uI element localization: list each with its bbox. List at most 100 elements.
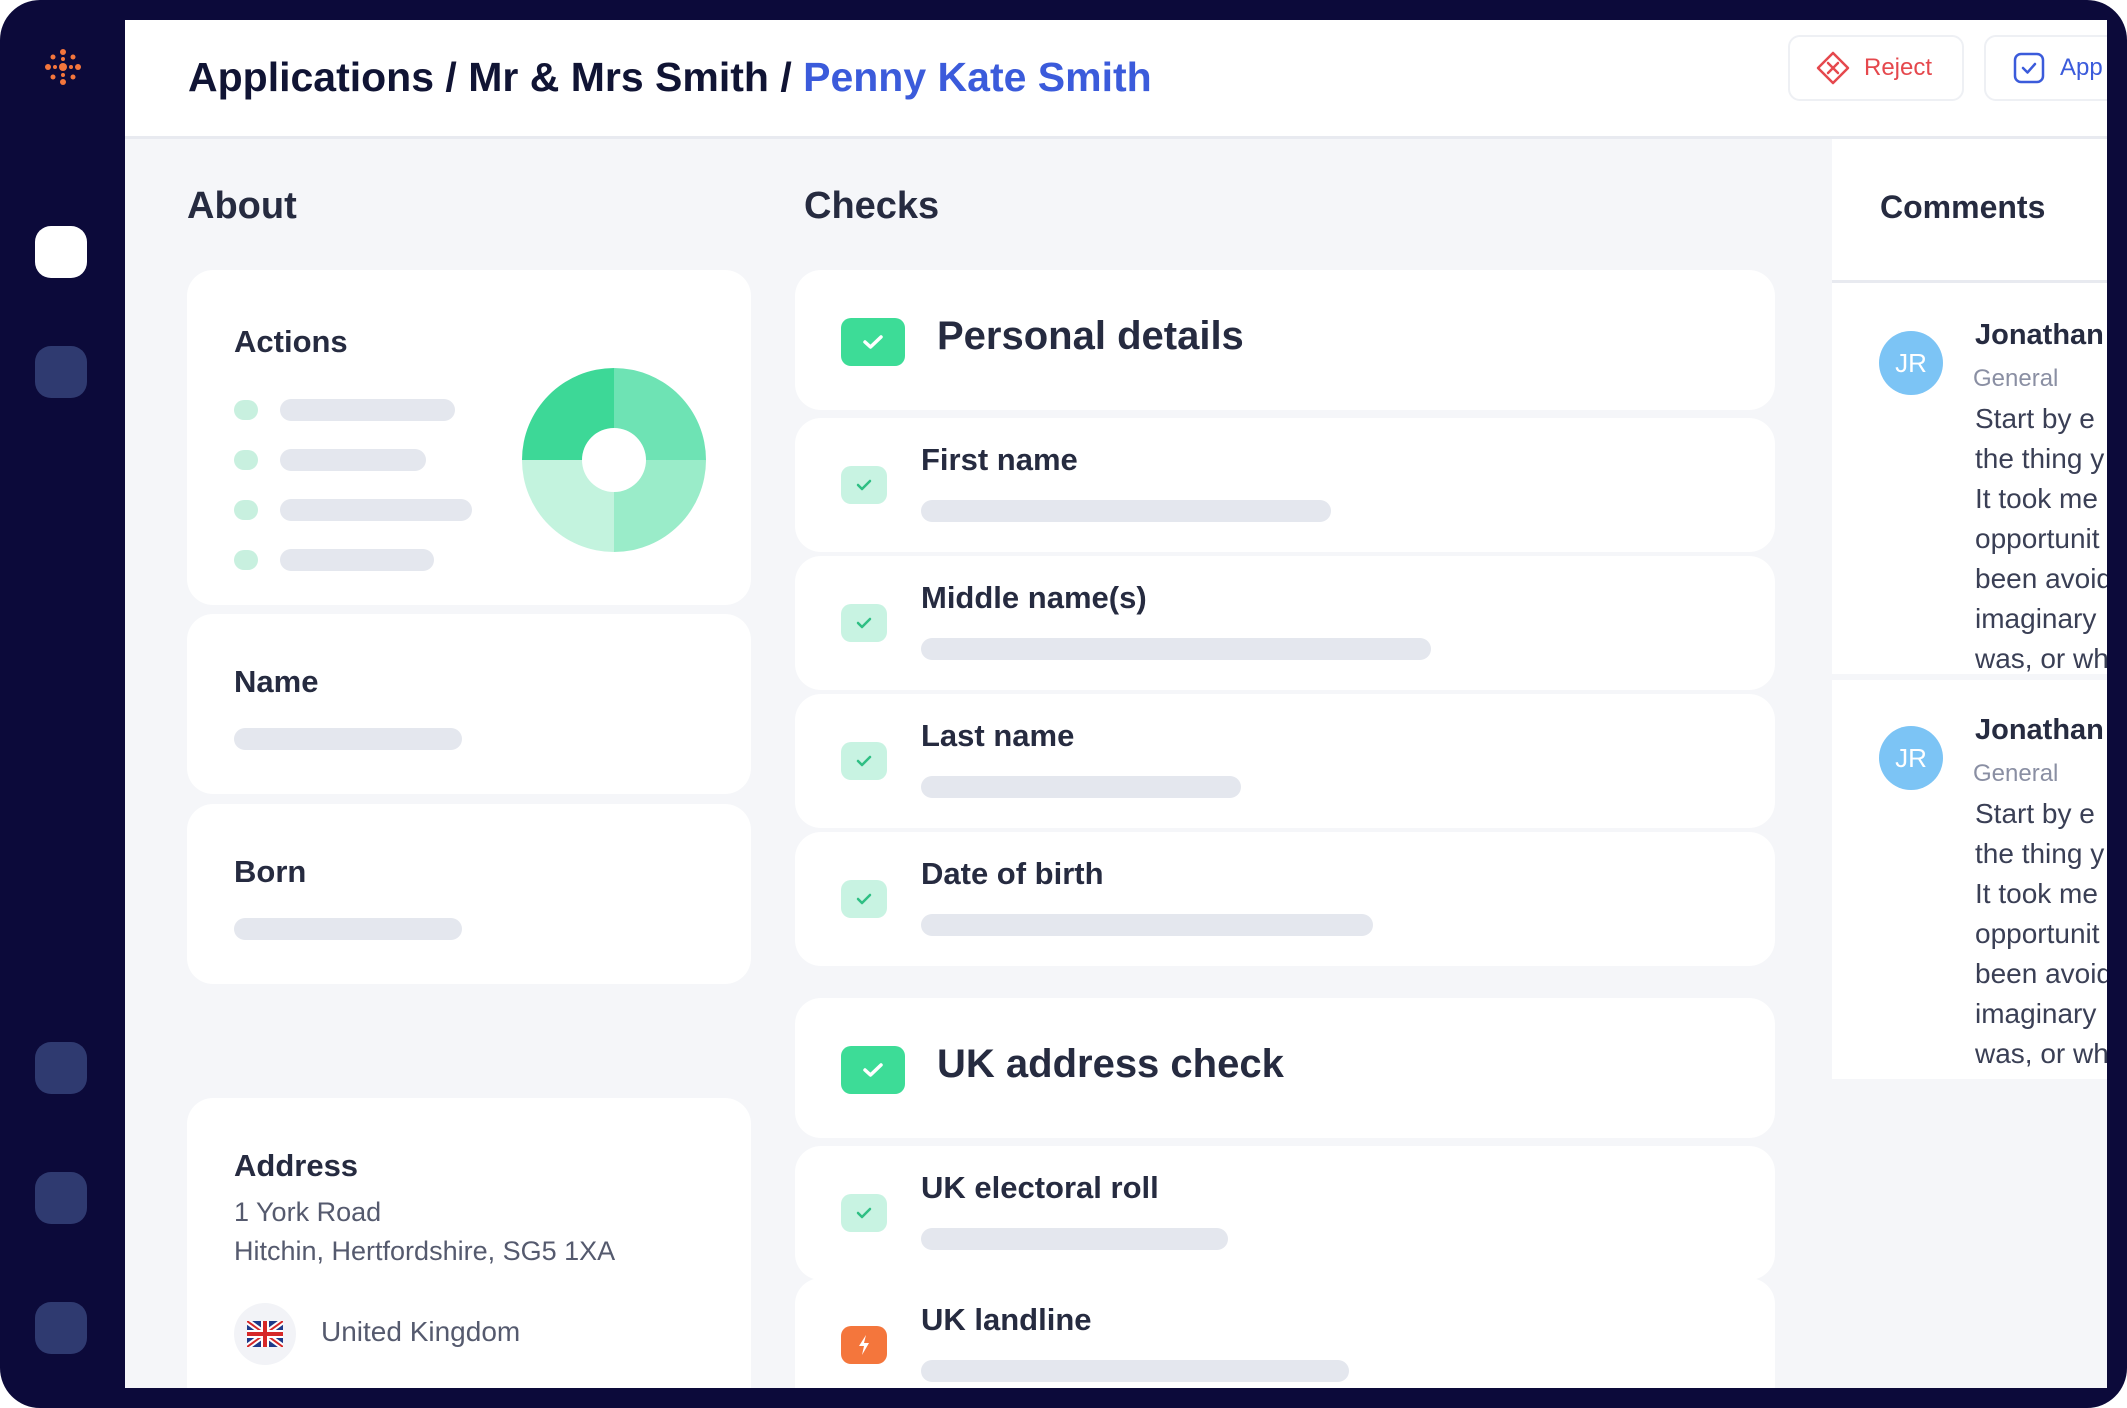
- check-value-skeleton: [921, 1228, 1228, 1250]
- comment-text-line: Start by e: [1975, 403, 2095, 434]
- actions-donut-chart: [522, 368, 706, 552]
- check-date-of-birth[interactable]: Date of birth: [795, 832, 1775, 966]
- breadcrumb-applications[interactable]: Applications: [188, 54, 434, 100]
- comment-author: Jonathan: [1975, 714, 2104, 746]
- comment-text-line: It took me: [1975, 878, 2098, 909]
- comment-text-line: was, or wh: [1975, 643, 2107, 674]
- comment-text-line: been avoid: [1975, 958, 2107, 989]
- comment-text-line: was, or wh: [1975, 1038, 2107, 1069]
- check-icon: [841, 604, 887, 642]
- comment-text-line: imaginary: [1975, 998, 2097, 1029]
- check-label: Last name: [921, 718, 1075, 753]
- comment-text-line: imaginary: [1975, 603, 2097, 634]
- app-window: Applications / Mr & Mrs Smith / Penny Ka…: [0, 0, 2127, 1408]
- check-icon: [841, 318, 905, 366]
- section-title: Personal details: [937, 314, 1244, 358]
- legend-dot: [234, 450, 258, 470]
- section-personal-details[interactable]: Personal details: [795, 270, 1775, 410]
- legend-skeleton: [280, 399, 455, 421]
- actions-label: Actions: [234, 324, 348, 359]
- avatar: JR: [1879, 726, 1943, 790]
- spark-logo-icon[interactable]: [40, 44, 86, 90]
- name-label: Name: [234, 664, 319, 699]
- check-icon: [841, 1194, 887, 1232]
- check-value-skeleton: [921, 776, 1241, 798]
- name-card: Name: [187, 614, 751, 794]
- breadcrumb-household[interactable]: Mr & Mrs Smith: [468, 54, 769, 100]
- address-card: Address 1 York Road Hitchin, Hertfordshi…: [187, 1098, 751, 1388]
- legend-skeleton: [280, 549, 434, 571]
- comments-panel: Comments JR Jonathan General Start by e …: [1832, 139, 2107, 1388]
- check-uk-electoral-roll[interactable]: UK electoral roll: [795, 1146, 1775, 1280]
- check-icon: [841, 880, 887, 918]
- check-middle-names[interactable]: Middle name(s): [795, 556, 1775, 690]
- check-value-skeleton: [921, 914, 1373, 936]
- reject-button-label: Reject: [1864, 54, 1933, 81]
- comment-text-line: opportunit: [1975, 523, 2100, 554]
- legend-skeleton: [280, 449, 426, 471]
- address-label: Address: [234, 1148, 359, 1183]
- check-value-skeleton: [921, 500, 1331, 522]
- nav-item-applications[interactable]: [35, 226, 87, 278]
- check-first-name[interactable]: First name: [795, 418, 1775, 552]
- check-label: Date of birth: [921, 856, 1104, 891]
- nav-item-2[interactable]: [35, 346, 87, 398]
- comment-author: Jonathan: [1975, 319, 2104, 351]
- comment-tag: General: [1973, 760, 2059, 787]
- check-label: UK electoral roll: [921, 1170, 1159, 1205]
- avatar: JR: [1879, 331, 1943, 395]
- born-value-skeleton: [234, 918, 462, 940]
- comments-header: Comments: [1832, 139, 2107, 283]
- nav-item-5[interactable]: [35, 1302, 87, 1354]
- country-flag: [234, 1303, 296, 1365]
- breadcrumb: Applications / Mr & Mrs Smith / Penny Ka…: [188, 42, 1152, 112]
- actions-card: Actions: [187, 270, 751, 605]
- comment-text-line: It took me: [1975, 483, 2098, 514]
- legend-dot: [234, 500, 258, 520]
- approve-button[interactable]: App: [1984, 35, 2107, 101]
- check-icon: [841, 466, 887, 504]
- address-line-2: Hitchin, Hertfordshire, SG5 1XA: [234, 1236, 616, 1266]
- check-icon: [841, 742, 887, 780]
- check-label: UK landline: [921, 1302, 1092, 1337]
- comment-item[interactable]: JR Jonathan General Start by e the thing…: [1832, 680, 2107, 1079]
- country-name: United Kingdom: [321, 1316, 521, 1347]
- lightning-icon: [841, 1326, 887, 1364]
- uk-flag-icon: [247, 1321, 283, 1347]
- checks-title: Checks: [804, 185, 940, 227]
- name-value-skeleton: [234, 728, 462, 750]
- section-title: UK address check: [937, 1042, 1284, 1086]
- check-uk-landline[interactable]: UK landline: [795, 1278, 1775, 1388]
- comment-text-line: the thing y: [1975, 443, 2105, 474]
- check-value-skeleton: [921, 1360, 1349, 1382]
- comments-title: Comments: [1880, 189, 2046, 225]
- comment-text-line: been avoid: [1975, 563, 2107, 594]
- comment-text-line: opportunit: [1975, 918, 2100, 949]
- breadcrumb-current: Penny Kate Smith: [803, 54, 1152, 100]
- legend-dot: [234, 400, 258, 420]
- check-label: First name: [921, 442, 1078, 477]
- born-card: Born: [187, 804, 751, 984]
- breadcrumb-separator: /: [768, 54, 804, 100]
- check-value-skeleton: [921, 638, 1431, 660]
- x-circle-icon: [1816, 51, 1850, 85]
- sidebar-rail: [0, 0, 125, 1408]
- check-last-name[interactable]: Last name: [795, 694, 1775, 828]
- nav-item-4[interactable]: [35, 1172, 87, 1224]
- about-title: About: [187, 185, 297, 227]
- breadcrumb-separator: /: [434, 54, 469, 100]
- check-label: Middle name(s): [921, 580, 1147, 615]
- section-uk-address-check[interactable]: UK address check: [795, 998, 1775, 1138]
- legend-skeleton: [280, 499, 472, 521]
- legend-dot: [234, 550, 258, 570]
- comment-tag: General: [1973, 365, 2059, 392]
- comment-text-line: Start by e: [1975, 798, 2095, 829]
- reject-button[interactable]: Reject: [1788, 35, 1964, 101]
- header: Applications / Mr & Mrs Smith / Penny Ka…: [125, 20, 2107, 139]
- comment-item[interactable]: JR Jonathan General Start by e the thing…: [1832, 283, 2107, 674]
- comment-text-line: the thing y: [1975, 838, 2105, 869]
- main-screen: Applications / Mr & Mrs Smith / Penny Ka…: [125, 20, 2107, 1388]
- nav-item-3[interactable]: [35, 1042, 87, 1094]
- born-label: Born: [234, 854, 307, 889]
- check-icon: [841, 1046, 905, 1094]
